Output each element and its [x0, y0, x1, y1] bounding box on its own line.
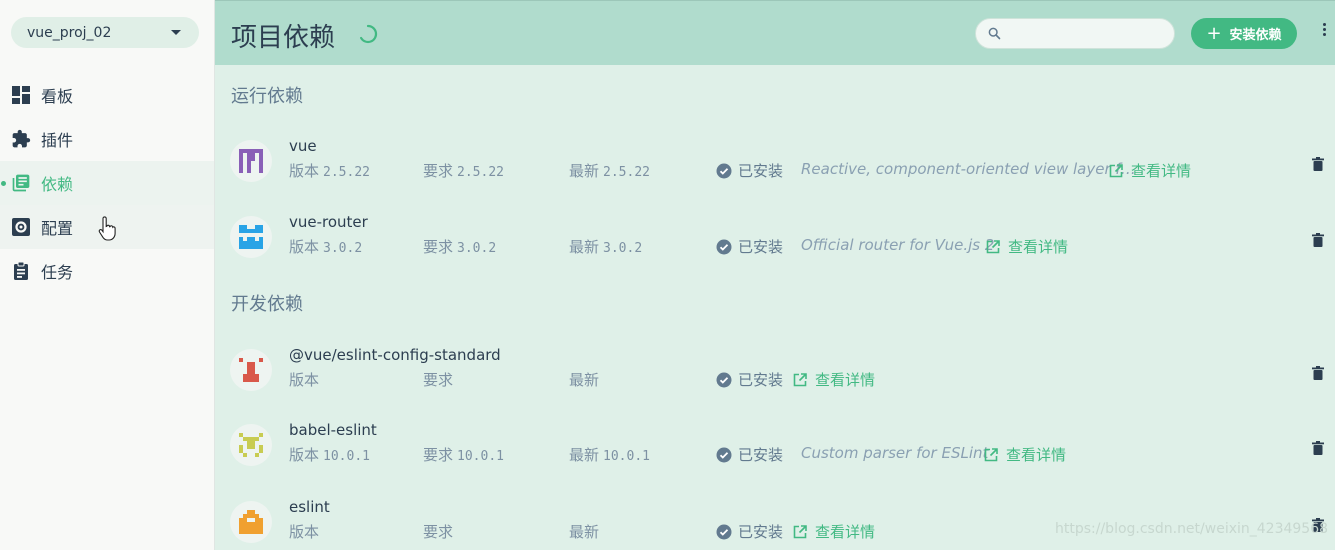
- open-in-new-icon: [1109, 163, 1123, 177]
- installed-status: 已安装: [716, 236, 783, 257]
- package-latest: 最新: [569, 371, 600, 389]
- package-logo-icon: [230, 424, 272, 466]
- dependencies-main: 运行依赖 vue 版本 2.5.22 要求 2.5.22 最新 2.5.22 已安装 …: [215, 65, 1335, 550]
- package-latest: 最新 3.0.2: [569, 238, 643, 256]
- installed-status: 已安装: [716, 160, 783, 181]
- package-latest: 最新: [569, 523, 600, 541]
- clipboard-icon: [11, 261, 31, 281]
- sidebar-item-label: 依赖: [41, 175, 74, 194]
- dependency-item: @vue/eslint-config-standard 版本 要求 最新 已安装…: [215, 341, 1335, 411]
- installed-status: 已安装: [716, 369, 783, 390]
- search-input[interactable]: [1010, 24, 1160, 44]
- install-dependency-button[interactable]: + 安装依赖: [1191, 18, 1297, 49]
- runtime-section-title: 运行依赖: [231, 86, 303, 107]
- sidebar-item-label: 配置: [41, 219, 74, 238]
- search-icon: [988, 27, 1001, 40]
- check-circle-icon: [716, 239, 732, 254]
- package-wanted: 要求: [423, 523, 454, 541]
- view-details-link[interactable]: 查看详情: [1109, 160, 1191, 181]
- package-wanted: 要求 3.0.2: [423, 238, 497, 256]
- dependency-item: vue 版本 2.5.22 要求 2.5.22 最新 2.5.22 已安装 React…: [215, 132, 1335, 202]
- sidebar-item-tasks[interactable]: 任务: [0, 249, 214, 293]
- view-details-link[interactable]: 查看详情: [793, 521, 875, 542]
- check-circle-icon: [716, 163, 732, 178]
- delete-icon[interactable]: [1312, 441, 1324, 455]
- open-in-new-icon: [986, 239, 1000, 253]
- search-box[interactable]: [975, 18, 1175, 49]
- dependency-item: vue-router 版本 3.0.2 要求 3.0.2 最新 3.0.2 已安装 O…: [215, 208, 1335, 278]
- package-wanted: 要求 10.0.1: [423, 446, 504, 464]
- gear-icon: [11, 217, 31, 237]
- loading-spinner-icon: [360, 24, 378, 44]
- dev-section-title: 开发依赖: [231, 294, 303, 315]
- package-description: Custom parser for ESLint: [801, 444, 989, 462]
- package-description: Reactive, component-oriented view layer …: [801, 160, 1136, 178]
- puzzle-icon: [11, 129, 31, 149]
- project-selector[interactable]: vue_proj_02: [11, 17, 199, 48]
- sidebar-item-label: 插件: [41, 131, 74, 150]
- check-circle-icon: [716, 372, 732, 387]
- check-circle-icon: [716, 447, 732, 462]
- watermark-text: https://blog.csdn.net/weixin_42349568: [1055, 521, 1329, 537]
- view-details-link[interactable]: 查看详情: [986, 236, 1068, 257]
- sidebar-item-label: 看板: [41, 87, 74, 106]
- package-description: Official router for Vue.js 2: [801, 236, 995, 254]
- delete-icon[interactable]: [1312, 366, 1324, 380]
- view-details-link[interactable]: 查看详情: [984, 444, 1066, 465]
- package-logo-icon: [230, 216, 272, 258]
- package-logo-icon: [230, 140, 272, 182]
- library-books-icon: [11, 173, 31, 193]
- package-latest: 最新 2.5.22: [569, 162, 650, 180]
- delete-icon[interactable]: [1312, 157, 1324, 171]
- page-header: 项目依赖 + 安装依赖: [215, 0, 1335, 65]
- plus-icon: +: [1206, 22, 1222, 44]
- page-title: 项目依赖: [231, 23, 336, 53]
- package-name: babel-eslint: [289, 421, 377, 439]
- hand-cursor-icon: [98, 216, 116, 241]
- package-name: vue-router: [289, 213, 368, 231]
- package-latest: 最新 10.0.1: [569, 446, 650, 464]
- installed-status: 已安装: [716, 521, 783, 542]
- open-in-new-icon: [793, 372, 807, 386]
- open-in-new-icon: [793, 524, 807, 538]
- sidebar-item-plugins[interactable]: 插件: [0, 117, 214, 161]
- active-indicator: [1, 181, 6, 186]
- package-name: @vue/eslint-config-standard: [289, 346, 501, 364]
- dashboard-icon: [11, 85, 31, 105]
- check-circle-icon: [716, 524, 732, 539]
- view-details-link[interactable]: 查看详情: [793, 369, 875, 390]
- sidebar-nav: 看板 插件 依赖 配置 任务: [0, 73, 214, 293]
- package-logo-icon: [230, 349, 272, 391]
- install-dependency-label: 安装依赖: [1229, 28, 1282, 43]
- package-wanted: 要求: [423, 371, 454, 389]
- package-name: vue: [289, 137, 317, 155]
- sidebar-item-dashboard[interactable]: 看板: [0, 73, 214, 117]
- sidebar: vue_proj_02 看板 插件 依赖 配置 任务: [0, 0, 215, 550]
- chevron-down-icon: [171, 30, 181, 35]
- package-wanted: 要求 2.5.22: [423, 162, 504, 180]
- more-vert-icon[interactable]: [1320, 23, 1328, 43]
- sidebar-item-label: 任务: [41, 263, 74, 282]
- delete-icon[interactable]: [1312, 233, 1324, 247]
- package-version: 版本 2.5.22: [289, 162, 370, 180]
- project-name: vue_proj_02: [27, 24, 112, 41]
- installed-status: 已安装: [716, 444, 783, 465]
- open-in-new-icon: [984, 447, 998, 461]
- package-logo-icon: [230, 501, 272, 543]
- package-name: eslint: [289, 498, 330, 516]
- package-version: 版本 10.0.1: [289, 446, 370, 464]
- package-version: 版本: [289, 371, 320, 389]
- sidebar-item-dependencies[interactable]: 依赖: [0, 161, 214, 205]
- dependency-item: babel-eslint 版本 10.0.1 要求 10.0.1 最新 10.0.1 …: [215, 416, 1335, 486]
- package-version: 版本: [289, 523, 320, 541]
- package-version: 版本 3.0.2: [289, 238, 363, 256]
